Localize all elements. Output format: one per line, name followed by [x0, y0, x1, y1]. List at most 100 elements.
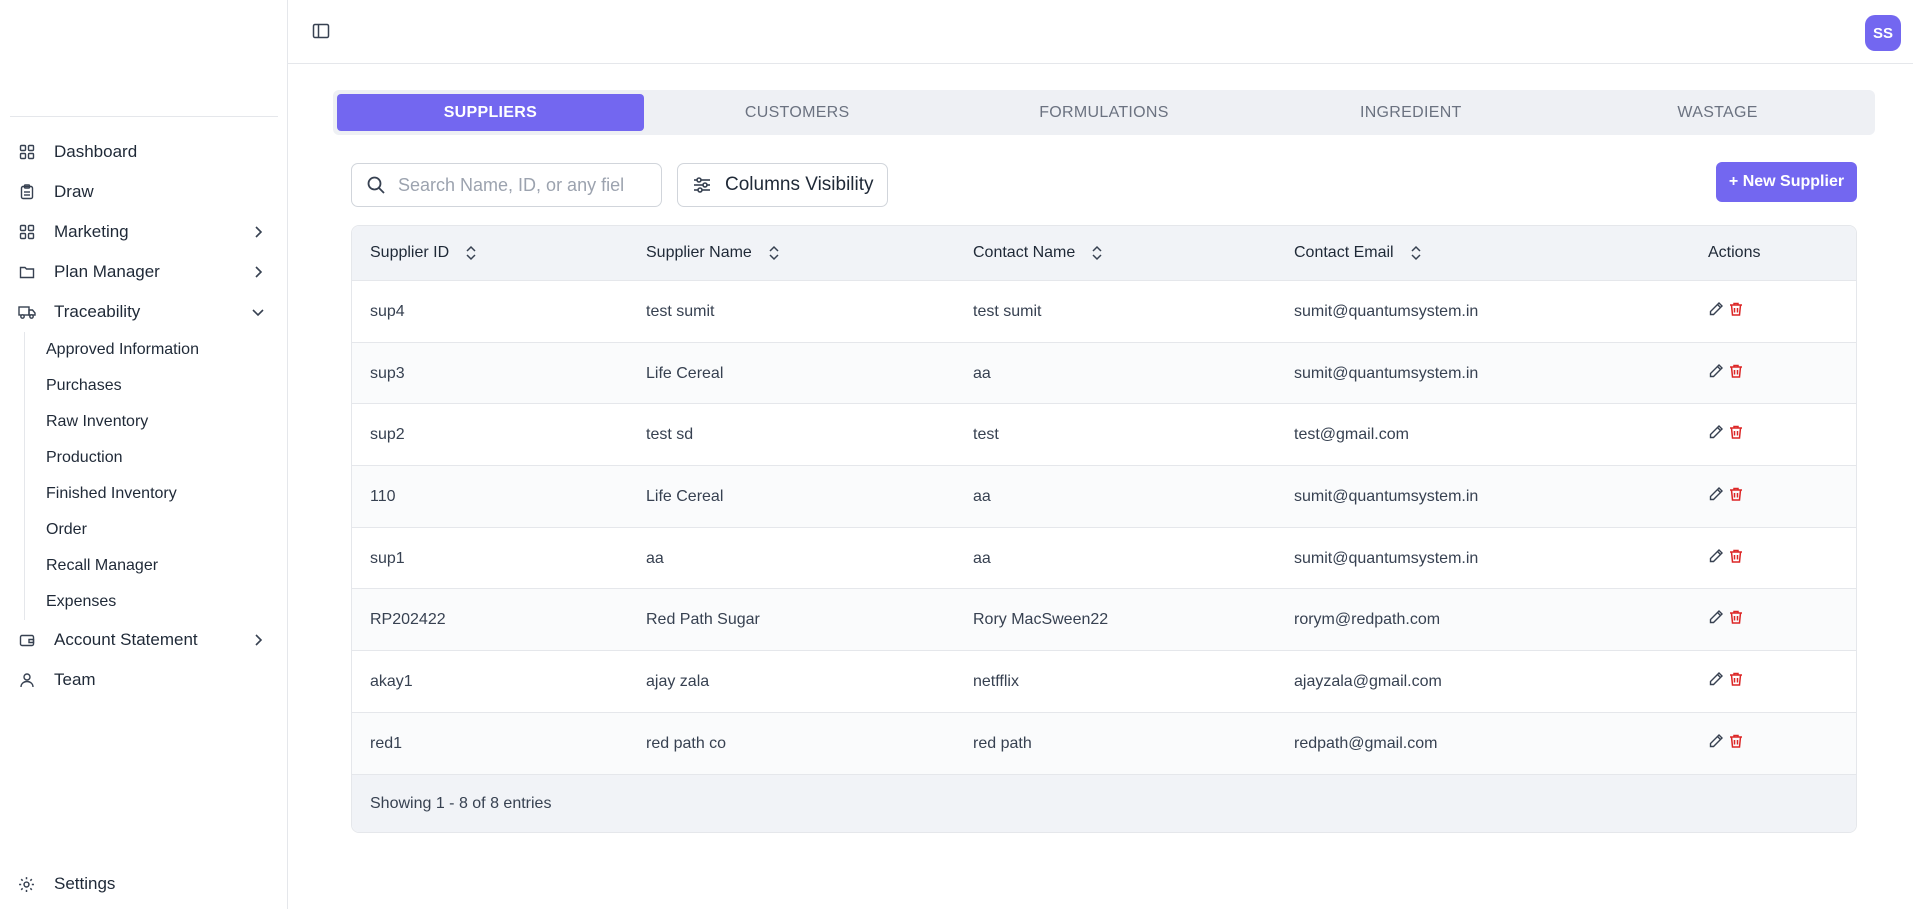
cell-supplier-id: sup2	[370, 426, 405, 444]
cell-contact-name: test	[973, 426, 999, 444]
edit-icon[interactable]	[1708, 363, 1726, 381]
delete-icon[interactable]	[1728, 301, 1746, 319]
sort-icon[interactable]	[463, 245, 479, 261]
chevron-right-icon	[250, 632, 266, 648]
truck-icon	[18, 303, 36, 321]
table-row: sup2 test sd test test@gmail.com	[352, 404, 1856, 467]
row-actions	[1708, 548, 1746, 566]
grid-icon	[18, 223, 36, 241]
edit-icon[interactable]	[1708, 671, 1726, 689]
cell-supplier-name: aa	[646, 549, 664, 567]
wallet-icon	[18, 631, 36, 649]
header-supplier-id[interactable]: Supplier ID	[370, 226, 479, 281]
table-footer: Showing 1 - 8 of 8 entries	[352, 774, 1856, 832]
sort-icon[interactable]	[1089, 245, 1105, 261]
sidebar-subitem-production[interactable]: Production	[46, 440, 278, 476]
sidebar-item-traceability[interactable]: Traceability	[10, 292, 278, 332]
header-actions: Actions	[1708, 226, 1760, 281]
sidebar-subitem-raw-inventory[interactable]: Raw Inventory	[46, 404, 278, 440]
search-input[interactable]	[398, 174, 648, 196]
table-body: sup4 test sumit test sumit sumit@quantumsys…	[352, 281, 1856, 775]
delete-icon[interactable]	[1728, 486, 1746, 504]
chevron-down-icon	[250, 304, 266, 320]
cell-contact-name: aa	[973, 549, 991, 567]
new-supplier-button[interactable]: + New Supplier	[1716, 162, 1857, 202]
sidebar-item-plan-manager[interactable]: Plan Manager	[10, 252, 278, 292]
sidebar-item-label: Draw	[54, 182, 94, 201]
row-actions	[1708, 671, 1746, 689]
cell-contact-name: test sumit	[973, 302, 1042, 320]
sidebar-item-dashboard[interactable]: Dashboard	[10, 132, 278, 172]
sidebar-item-team[interactable]: Team	[10, 660, 278, 700]
sidebar-item-draw[interactable]: Draw	[10, 172, 278, 212]
sidebar-subitem-order[interactable]: Order	[46, 512, 278, 548]
search-icon	[366, 175, 386, 195]
sidebar-divider	[10, 116, 278, 117]
cell-contact-email: sumit@quantumsystem.in	[1294, 549, 1479, 567]
sort-icon[interactable]	[766, 245, 782, 261]
sidebar-item-label: Marketing	[54, 222, 129, 241]
sidebar-subitem-purchases[interactable]: Purchases	[46, 368, 278, 404]
columns-visibility-button[interactable]: Columns Visibility	[677, 163, 888, 207]
sidebar-subitem-expenses[interactable]: Expenses	[46, 584, 278, 620]
chevron-right-icon	[250, 264, 266, 280]
row-actions	[1708, 486, 1746, 504]
header-contact-email[interactable]: Contact Email	[1294, 226, 1424, 281]
sidebar-item-label: Account Statement	[54, 630, 198, 649]
table-row: sup4 test sumit test sumit sumit@quantumsys…	[352, 281, 1856, 343]
cell-contact-email: ajayzala@gmail.com	[1294, 672, 1442, 690]
delete-icon[interactable]	[1728, 363, 1746, 381]
delete-icon[interactable]	[1728, 671, 1746, 689]
cell-contact-email: sumit@quantumsystem.in	[1294, 302, 1479, 320]
cell-supplier-id: red1	[370, 734, 403, 752]
row-actions	[1708, 424, 1746, 442]
sidebar-item-marketing[interactable]: Marketing	[10, 212, 278, 252]
cell-contact-email: test@gmail.com	[1294, 426, 1409, 444]
header-supplier-name[interactable]: Supplier Name	[646, 226, 782, 281]
edit-icon[interactable]	[1708, 486, 1726, 504]
edit-icon[interactable]	[1708, 548, 1726, 566]
cell-supplier-name: Life Cereal	[646, 364, 724, 382]
tab-ingredient[interactable]: INGREDIENT	[1257, 94, 1564, 131]
sidebar-item-settings[interactable]: Settings	[18, 872, 115, 896]
cell-supplier-name: Life Cereal	[646, 487, 724, 505]
sort-icon[interactable]	[1408, 245, 1424, 261]
avatar[interactable]: SS	[1865, 15, 1901, 51]
edit-icon[interactable]	[1708, 424, 1726, 442]
cell-contact-email: sumit@quantumsystem.in	[1294, 364, 1479, 382]
table-row: RP202422 Red Path Sugar Rory MacSween22 ror…	[352, 589, 1856, 652]
edit-icon[interactable]	[1708, 733, 1726, 751]
cell-contact-name: Rory MacSween22	[973, 611, 1109, 629]
tab-wastage[interactable]: WASTAGE	[1564, 94, 1871, 131]
tab-customers[interactable]: CUSTOMERS	[644, 94, 951, 131]
cell-contact-email: sumit@quantumsystem.in	[1294, 487, 1479, 505]
header-contact-name[interactable]: Contact Name	[973, 226, 1105, 281]
sidebar-subitem-recall-manager[interactable]: Recall Manager	[46, 548, 278, 584]
table-header: Supplier ID Supplier Name Contact Name C…	[352, 226, 1856, 281]
sidebar-item-account-statement[interactable]: Account Statement	[10, 620, 278, 660]
edit-icon[interactable]	[1708, 609, 1726, 627]
tab-suppliers[interactable]: SUPPLIERS	[337, 94, 644, 131]
search-box	[351, 163, 662, 207]
sliders-icon	[692, 175, 712, 195]
delete-icon[interactable]	[1728, 609, 1746, 627]
tab-formulations[interactable]: FORMULATIONS	[951, 94, 1258, 131]
cell-supplier-name: test sumit	[646, 302, 715, 320]
sidebar-toggle-icon[interactable]	[312, 22, 332, 42]
row-actions	[1708, 733, 1746, 751]
delete-icon[interactable]	[1728, 733, 1746, 751]
cell-supplier-id: RP202422	[370, 611, 446, 629]
delete-icon[interactable]	[1728, 548, 1746, 566]
sidebar-item-label: Traceability	[54, 302, 141, 321]
edit-icon[interactable]	[1708, 301, 1726, 319]
cell-supplier-name: red path co	[646, 734, 727, 752]
header-label: Supplier ID	[370, 244, 450, 261]
delete-icon[interactable]	[1728, 424, 1746, 442]
sidebar-subitem-approved-information[interactable]: Approved Information	[46, 332, 278, 368]
sidebar-item-label: Plan Manager	[54, 262, 160, 281]
table-row: 110 Life Cereal aa sumit@quantumsystem.in	[352, 466, 1856, 528]
sidebar-subitem-finished-inventory[interactable]: Finished Inventory	[46, 476, 278, 512]
clipboard-icon	[18, 183, 36, 201]
cell-contact-email: redpath@gmail.com	[1294, 734, 1438, 752]
chevron-right-icon	[250, 224, 266, 240]
